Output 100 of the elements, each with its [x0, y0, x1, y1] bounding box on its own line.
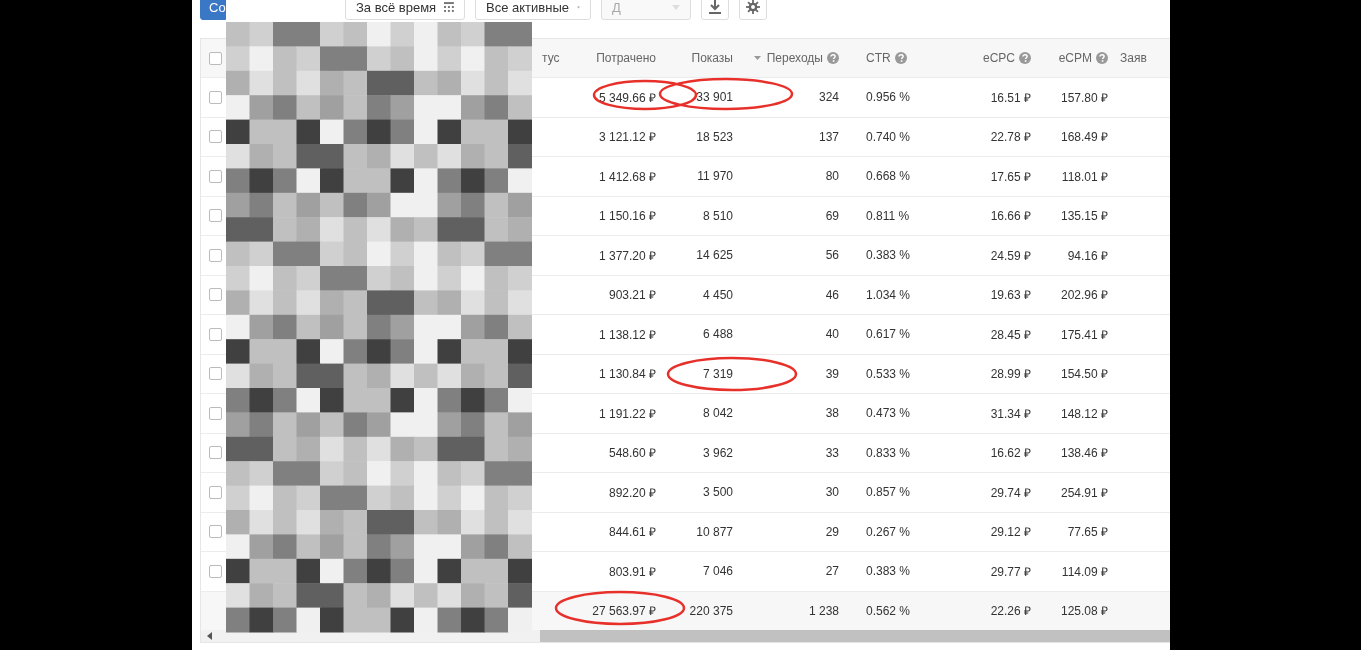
- table-cell: 38: [825, 406, 839, 421]
- table-cell-text: 148.12 ₽: [1060, 405, 1108, 422]
- table-cell-text: 135.15 ₽: [1060, 208, 1108, 225]
- total-cell-text: 125.08 ₽: [1060, 603, 1108, 620]
- period-button[interactable]: За всё время: [345, 0, 465, 20]
- settings-button[interactable]: [739, 0, 767, 20]
- table-cell-text: 175.41 ₽: [1060, 326, 1108, 343]
- table-cell: 324: [818, 90, 839, 105]
- table-cell: 40: [825, 327, 839, 342]
- table-cell: 0.267 %: [866, 524, 911, 539]
- table-cell: 8 042: [702, 406, 733, 421]
- table-cell: 0.811 %: [866, 208, 910, 223]
- row-checkbox[interactable]: [209, 564, 222, 578]
- table-cell-text: 202.96 ₽: [1060, 287, 1108, 304]
- table-cell-text: 1 130.84 ₽: [598, 366, 656, 383]
- table-cell: 10 877: [696, 524, 733, 539]
- table-cell-text: 154.50 ₽: [1060, 366, 1108, 383]
- table-cell-text: 138.46 ₽: [1060, 445, 1108, 462]
- download-icon: [708, 0, 722, 14]
- table-cell-text: 1 150.16 ₽: [598, 208, 656, 225]
- table-cell: 18 523: [696, 129, 733, 144]
- settings-icon: [746, 0, 760, 15]
- row-checkbox[interactable]: [209, 169, 222, 183]
- column-header[interactable]: eCPM: [1058, 51, 1092, 65]
- row-checkbox[interactable]: [209, 288, 222, 302]
- column-header[interactable]: Показы: [691, 51, 733, 65]
- table-cell: 0.956 %: [866, 90, 911, 105]
- table-cell: 80: [825, 169, 839, 184]
- table-cell: 4 450: [702, 287, 733, 302]
- row-checkbox[interactable]: [209, 327, 222, 341]
- total-cell-text: 22.26 ₽: [990, 603, 1031, 620]
- table-cell-text: 17.65 ₽: [990, 168, 1031, 185]
- table-cell: 7 319: [702, 366, 733, 381]
- table-cell-text: 3 121.12 ₽: [598, 129, 656, 146]
- table-cell: 11 970: [697, 169, 733, 184]
- table-cell: 6 488: [702, 327, 733, 342]
- calendar-icon: [444, 2, 454, 12]
- table-cell: 0.383 %: [866, 248, 911, 263]
- table-cell-text: 22.78 ₽: [990, 129, 1031, 146]
- row-checkbox[interactable]: [209, 90, 222, 104]
- total-cell: 1 238: [808, 603, 839, 618]
- table-cell: 27: [825, 564, 839, 579]
- status-select[interactable]: Все активные: [475, 0, 591, 20]
- column-header[interactable]: тус: [542, 51, 560, 65]
- table-cell-text: 31.34 ₽: [990, 405, 1031, 422]
- table-cell-text: 548.60 ₽: [608, 445, 656, 462]
- create-ad-button[interactable]: Со: [200, 0, 226, 20]
- table-cell-text: 24.59 ₽: [990, 247, 1031, 264]
- table-cell: 33 901: [696, 90, 733, 105]
- table-cell-text: 16.51 ₽: [990, 89, 1031, 106]
- table-cell: 30: [825, 485, 839, 500]
- table-cell: 3 500: [702, 485, 733, 500]
- download-button[interactable]: [701, 0, 729, 20]
- table-cell-text: 94.16 ₽: [1067, 247, 1108, 264]
- table-cell-text: 19.63 ₽: [990, 287, 1031, 304]
- table-cell-text: 118.01 ₽: [1061, 168, 1108, 185]
- table-cell-text: 803.91 ₽: [608, 563, 656, 580]
- table-cell-text: 254.91 ₽: [1060, 484, 1108, 501]
- table-cell-text: 5 349.66 ₽: [598, 89, 656, 106]
- table-cell-text: 29.77 ₽: [990, 563, 1031, 580]
- table-cell: 3 962: [702, 445, 733, 460]
- row-checkbox[interactable]: [209, 130, 222, 144]
- table-cell-text: 29.74 ₽: [990, 484, 1031, 501]
- column-header[interactable]: eCPC: [983, 51, 1015, 65]
- row-checkbox[interactable]: [209, 209, 222, 223]
- table-cell-text: 28.45 ₽: [990, 326, 1031, 343]
- column-header[interactable]: CTR: [866, 51, 891, 65]
- row-checkbox[interactable]: [209, 525, 222, 539]
- scroll-left-icon: [207, 632, 212, 640]
- column-header[interactable]: Потрачено: [596, 51, 656, 65]
- column-header[interactable]: Заяв: [1120, 51, 1147, 65]
- table-cell-text: 77.65 ₽: [1067, 524, 1108, 541]
- table-cell: 137: [818, 129, 839, 144]
- column-header[interactable]: Переходы: [766, 51, 823, 65]
- row-checkbox[interactable]: [209, 406, 222, 420]
- table-cell: 0.740 %: [866, 129, 911, 144]
- table-cell: 0.617 %: [866, 327, 911, 342]
- total-cell: 0.562 %: [866, 603, 911, 618]
- table-cell: 0.473 %: [866, 406, 911, 421]
- row-checkbox[interactable]: [209, 485, 222, 499]
- table-cell: 33: [825, 445, 839, 460]
- row-checkbox[interactable]: [209, 248, 222, 262]
- table-cell-text: 903.21 ₽: [608, 287, 656, 304]
- table-cell: 56: [825, 248, 839, 263]
- row-checkbox[interactable]: [209, 446, 222, 460]
- table-cell-text: 1 412.68 ₽: [598, 168, 656, 185]
- table-cell-text: 892.20 ₽: [608, 484, 656, 501]
- select-all-checkbox[interactable]: [209, 51, 222, 65]
- table-cell-text: 157.80 ₽: [1060, 89, 1108, 106]
- table-cell-text: 16.66 ₽: [990, 208, 1031, 225]
- total-cell: 220 375: [689, 603, 733, 618]
- table-cell: 0.383 %: [866, 564, 911, 579]
- table-cell-text: 1 138.12 ₽: [598, 326, 656, 343]
- table-cell: 0.533 %: [866, 366, 911, 381]
- table-cell-text: 114.09 ₽: [1061, 563, 1108, 580]
- table-cell: 0.857 %: [866, 485, 911, 500]
- table-cell: 8 510: [702, 208, 733, 223]
- table-cell: 14 625: [696, 248, 733, 263]
- row-checkbox[interactable]: [209, 367, 222, 381]
- table-cell: 29: [825, 524, 839, 539]
